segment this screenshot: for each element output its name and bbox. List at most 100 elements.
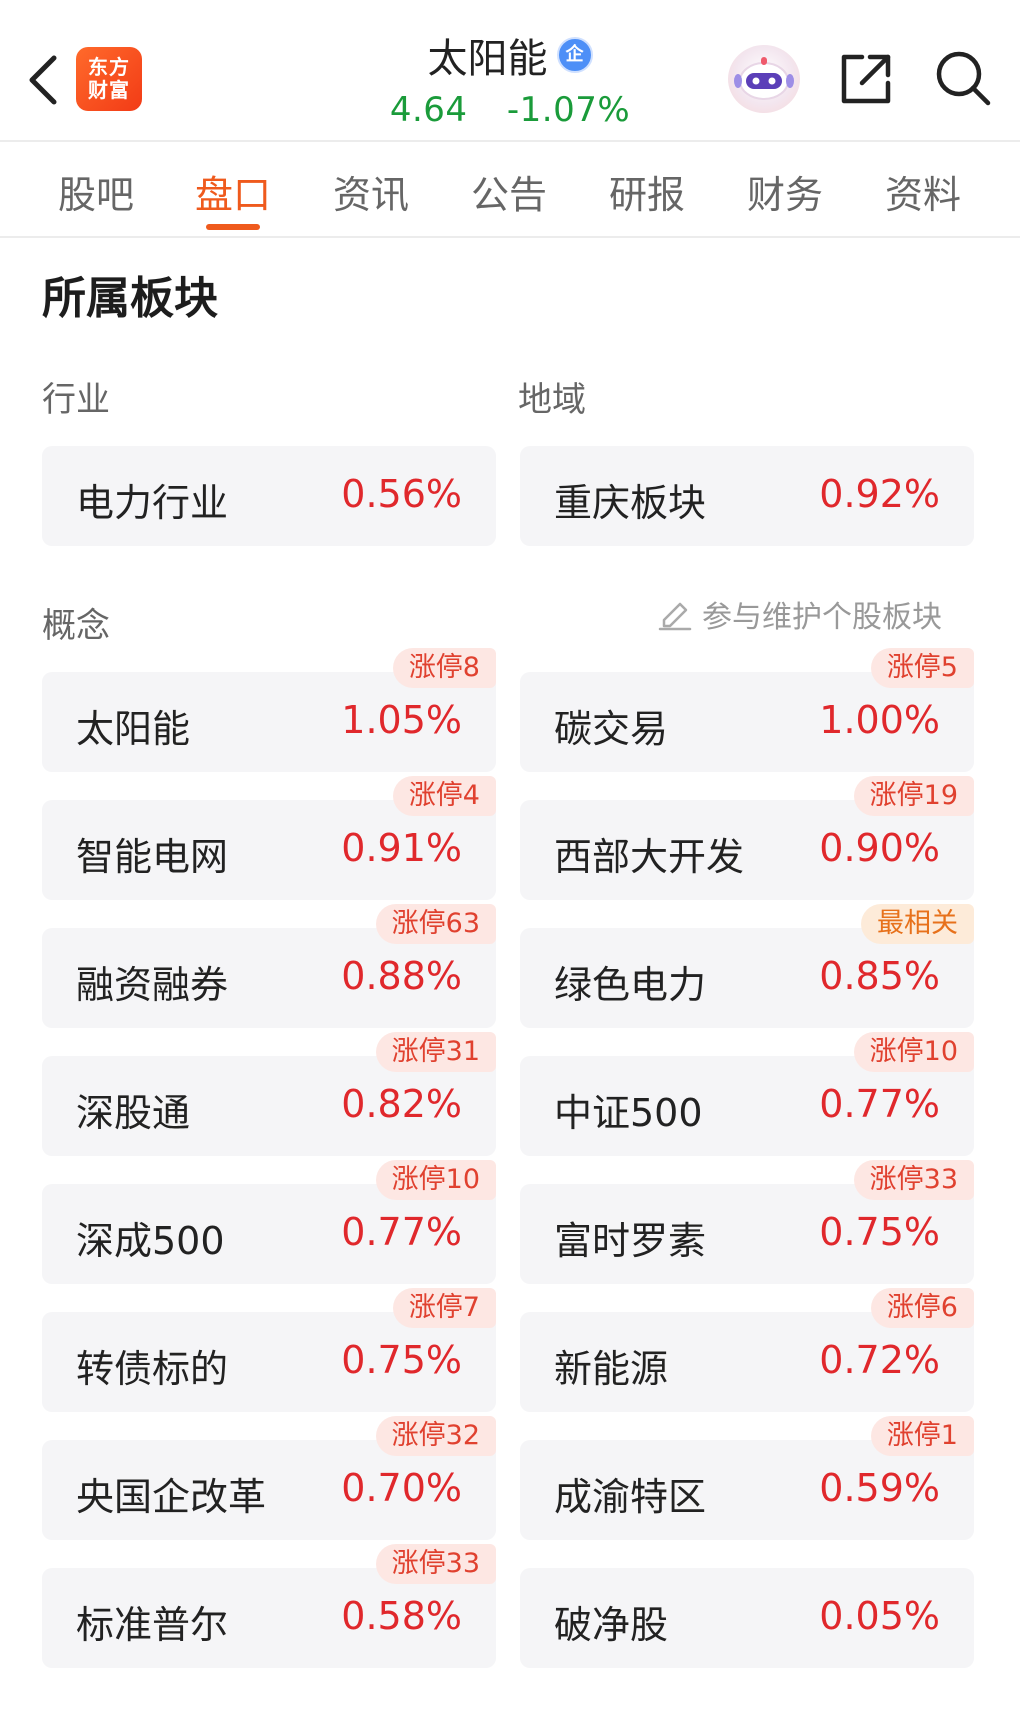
concept-card[interactable]: 富时罗素 0.75% 涨停33 xyxy=(520,1160,974,1284)
limit-up-count-badge: 涨停7 xyxy=(392,1288,496,1328)
limit-up-count-badge: 涨停63 xyxy=(375,904,496,944)
stock-title-area: 太阳能 企 4.64 -1.07% xyxy=(300,26,720,130)
search-icon xyxy=(936,51,991,106)
limit-up-count-badge: 涨停10 xyxy=(853,1032,974,1072)
concept-card[interactable]: 转债标的 0.75% 涨停7 xyxy=(42,1288,496,1412)
concept-card[interactable]: 太阳能 1.05% 涨停8 xyxy=(42,648,496,772)
most-relevant-badge: 最相关 xyxy=(861,904,974,944)
sector-name: 智能电网 xyxy=(76,835,229,879)
maintain-sectors-link[interactable]: 参与维护个股板块 xyxy=(656,592,942,636)
stock-change: -1.07% xyxy=(506,90,631,130)
sector-name: 融资融券 xyxy=(76,963,229,1007)
sector-change: 0.92% xyxy=(819,472,940,516)
logo-text-line1: 东方 xyxy=(88,55,130,79)
sector-change: 0.70% xyxy=(341,1466,462,1510)
sector-change: 0.91% xyxy=(341,826,462,870)
sector-change: 0.59% xyxy=(819,1466,940,1510)
sector-change: 0.75% xyxy=(341,1338,462,1382)
tab-pankou[interactable]: 盘口 xyxy=(173,164,293,219)
sector-name: 绿色电力 xyxy=(554,963,707,1007)
concept-card[interactable]: 智能电网 0.91% 涨停4 xyxy=(42,776,496,900)
concept-card[interactable]: 标准普尔 0.58% 涨停33 xyxy=(42,1544,496,1668)
tab-news[interactable]: 资讯 xyxy=(311,164,431,219)
sector-change: 1.00% xyxy=(819,698,940,742)
sector-change: 0.77% xyxy=(819,1082,940,1126)
enterprise-badge: 企 xyxy=(556,37,593,73)
limit-up-count-badge: 涨停31 xyxy=(375,1032,496,1072)
limit-up-count-badge: 涨停1 xyxy=(870,1416,974,1456)
back-button[interactable] xyxy=(22,52,62,108)
limit-up-count-badge: 涨停32 xyxy=(375,1416,496,1456)
limit-up-count-badge: 涨停10 xyxy=(375,1160,496,1200)
stock-price: 4.64 xyxy=(389,90,468,130)
sector-name: 太阳能 xyxy=(76,707,191,751)
top-bar: 东方 财富 太阳能 企 4.64 -1.07% xyxy=(0,0,1020,142)
robot-face-icon xyxy=(734,57,794,100)
sector-name: 西部大开发 xyxy=(554,835,745,879)
sector-change: 1.05% xyxy=(341,698,462,742)
limit-up-count-badge: 涨停5 xyxy=(870,648,974,688)
concept-card[interactable]: 新能源 0.72% 涨停6 xyxy=(520,1288,974,1412)
sector-name: 成渝特区 xyxy=(554,1475,707,1519)
sector-name: 标准普尔 xyxy=(76,1603,229,1647)
search-button[interactable] xyxy=(932,47,994,109)
sector-name: 破净股 xyxy=(554,1603,669,1647)
limit-up-count-badge: 涨停4 xyxy=(392,776,496,816)
sector-change: 0.82% xyxy=(341,1082,462,1126)
tab-notice[interactable]: 公告 xyxy=(449,164,569,219)
concept-card[interactable]: 中证500 0.77% 涨停10 xyxy=(520,1032,974,1156)
concept-card[interactable]: 破净股 0.05% xyxy=(520,1568,974,1668)
region-card[interactable]: 重庆板块 0.92% xyxy=(520,446,974,546)
sector-name: 深成500 xyxy=(76,1219,225,1263)
concept-card[interactable]: 央国企改革 0.70% 涨停32 xyxy=(42,1416,496,1540)
share-button[interactable] xyxy=(836,49,896,109)
sector-change: 0.05% xyxy=(819,1594,940,1638)
tabs-divider xyxy=(0,236,1020,238)
tab-profile[interactable]: 资料 xyxy=(863,164,983,219)
sector-change: 0.58% xyxy=(341,1594,462,1638)
sector-name: 央国企改革 xyxy=(76,1475,267,1519)
sector-change: 0.88% xyxy=(341,954,462,998)
sector-name: 深股通 xyxy=(76,1091,191,1135)
region-label: 地域 xyxy=(518,380,586,420)
maintain-link-text: 参与维护个股板块 xyxy=(702,600,942,635)
sector-change: 0.72% xyxy=(819,1338,940,1382)
concept-card[interactable]: 深成500 0.77% 涨停10 xyxy=(42,1160,496,1284)
limit-up-count-badge: 涨停33 xyxy=(375,1544,496,1584)
concept-label: 概念 xyxy=(42,606,110,646)
sector-change: 0.77% xyxy=(341,1210,462,1254)
sector-change: 0.56% xyxy=(341,472,462,516)
limit-up-count-badge: 涨停19 xyxy=(853,776,974,816)
logo-text-line2: 财富 xyxy=(88,78,130,102)
sector-name: 重庆板块 xyxy=(554,481,707,525)
tab-bar: 股吧 盘口 资讯 公告 研报 财务 资料 xyxy=(0,142,1020,236)
sector-change: 0.85% xyxy=(819,954,940,998)
edit-pencil-icon xyxy=(658,602,692,631)
limit-up-count-badge: 涨停6 xyxy=(870,1288,974,1328)
concept-card[interactable]: 绿色电力 0.85% 最相关 xyxy=(520,904,974,1028)
limit-up-count-badge: 涨停8 xyxy=(392,648,496,688)
sector-change: 0.90% xyxy=(819,826,940,870)
sector-name: 中证500 xyxy=(554,1091,703,1135)
industry-label: 行业 xyxy=(42,380,110,420)
section-title: 所属板块 xyxy=(42,273,218,324)
tab-research[interactable]: 研报 xyxy=(587,164,707,219)
concept-card[interactable]: 碳交易 1.00% 涨停5 xyxy=(520,648,974,772)
sector-name: 碳交易 xyxy=(554,707,669,751)
share-external-icon xyxy=(841,54,891,104)
robot-avatar-icon[interactable] xyxy=(728,45,800,113)
sector-name: 电力行业 xyxy=(76,481,229,525)
sector-name: 新能源 xyxy=(554,1347,669,1391)
tab-finance[interactable]: 财务 xyxy=(725,164,845,219)
concept-card[interactable]: 融资融券 0.88% 涨停63 xyxy=(42,904,496,1028)
stock-name: 太阳能 xyxy=(427,36,548,82)
concept-card[interactable]: 西部大开发 0.90% 涨停19 xyxy=(520,776,974,900)
eastmoney-logo: 东方 财富 xyxy=(76,47,142,111)
concept-card[interactable]: 深股通 0.82% 涨停31 xyxy=(42,1032,496,1156)
active-tab-indicator xyxy=(206,224,260,230)
sector-change: 0.75% xyxy=(819,1210,940,1254)
limit-up-count-badge: 涨停33 xyxy=(853,1160,974,1200)
concept-card[interactable]: 成渝特区 0.59% 涨停1 xyxy=(520,1416,974,1540)
tab-guba[interactable]: 股吧 xyxy=(36,164,156,219)
industry-card[interactable]: 电力行业 0.56% xyxy=(42,446,496,546)
